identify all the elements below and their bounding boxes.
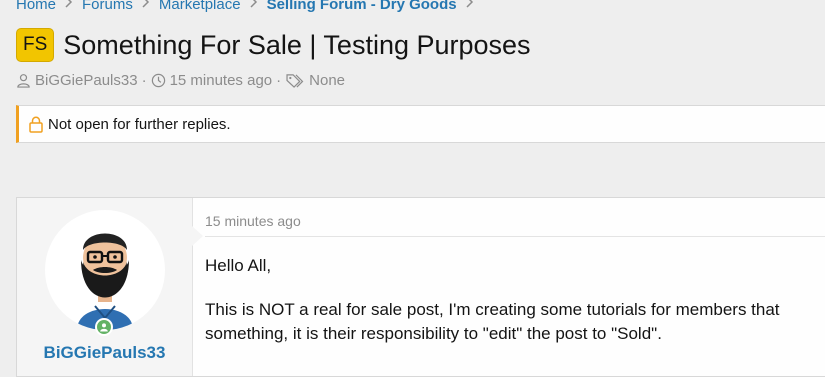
notice-text: Not open for further replies. [48, 115, 231, 133]
post-username[interactable]: BiGGiePauls33 [17, 343, 192, 363]
online-status-icon [95, 318, 113, 336]
thread-author[interactable]: BiGGiePauls33 [35, 72, 138, 89]
breadcrumb-forums[interactable]: Forums [82, 0, 133, 13]
tags-icon [285, 73, 305, 88]
chevron-right-icon [142, 0, 150, 11]
breadcrumb-home[interactable]: Home [16, 0, 56, 13]
separator-dot: · [141, 72, 147, 89]
chevron-right-icon [466, 0, 474, 11]
post-user-sidebar: BiGGiePauls33 [17, 198, 203, 376]
breadcrumb: Home Forums Marketplace Selling Forum - … [16, 0, 483, 13]
thread-title-row: FS Something For Sale | Testing Purposes [16, 28, 531, 62]
post-divider [205, 236, 825, 237]
chevron-right-icon [65, 0, 73, 11]
breadcrumb-selling-forum[interactable]: Selling Forum - Dry Goods [267, 0, 457, 13]
lock-icon [28, 116, 44, 133]
post-greeting: Hello All, [205, 256, 272, 275]
thread-locked-notice: Not open for further replies. [16, 105, 825, 143]
clock-icon [151, 73, 166, 88]
post-content: 15 minutes ago Hello All, This is NOT a … [205, 198, 825, 376]
chevron-right-icon [250, 0, 258, 11]
post: BiGGiePauls33 15 minutes ago Hello All, … [16, 197, 825, 377]
thread-tags: None [309, 72, 345, 89]
page-title: Something For Sale | Testing Purposes [63, 29, 531, 60]
post-date[interactable]: 15 minutes ago [205, 213, 301, 229]
post-body-line: something, it is their responsibility to… [205, 324, 662, 343]
post-body: Hello All, This is NOT a real for sale p… [205, 254, 825, 346]
thread-meta: BiGGiePauls33 · 15 minutes ago · None [16, 72, 345, 89]
breadcrumb-marketplace[interactable]: Marketplace [159, 0, 241, 13]
post-body-line: This is NOT a real for sale post, I'm cr… [205, 300, 780, 319]
user-icon [16, 73, 31, 88]
thread-time[interactable]: 15 minutes ago [170, 72, 273, 89]
separator-dot: · [276, 72, 282, 89]
avatar[interactable] [45, 210, 165, 330]
user-arrow [192, 226, 203, 246]
thread-prefix-badge[interactable]: FS [16, 28, 55, 62]
